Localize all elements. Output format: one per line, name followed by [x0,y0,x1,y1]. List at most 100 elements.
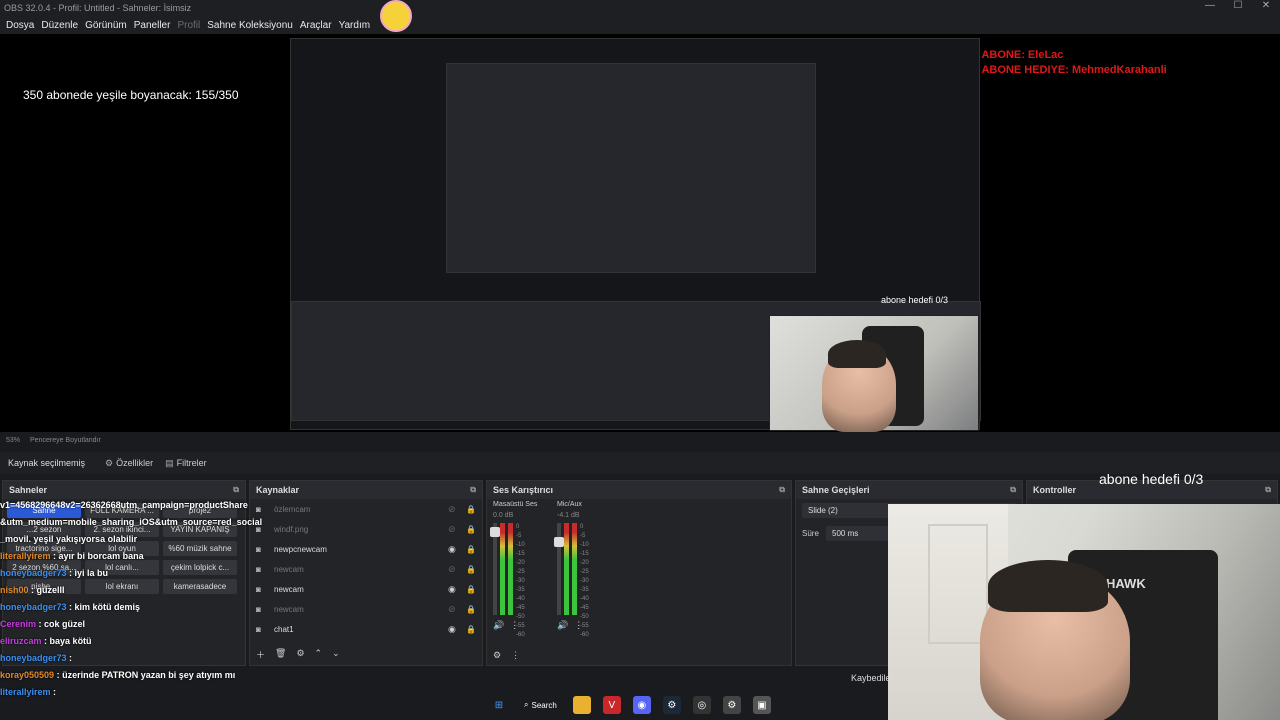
close-icon[interactable]: ✕ [1252,0,1280,11]
lock-icon[interactable]: 🔒 [466,585,476,594]
meter-tick: -30 [516,578,525,584]
eye-icon[interactable]: ◉ [448,624,462,635]
meter-tick: -50 [516,614,525,620]
lock-icon[interactable]: 🔒 [466,525,476,534]
eye-off-icon[interactable]: ⊘ [448,524,462,535]
gear-icon: ⚙ [105,457,114,468]
mixer-channels: Masaüstü Ses 0.0 dB 0 -5 -10 -15 -20 -25 -30 -35-… [487,499,791,638]
source-name: chat1 [274,624,294,634]
scenes-title: Sahneler [9,485,48,495]
chat-text: : baya kötü [44,636,92,646]
menu-help[interactable]: Yardım [339,20,371,31]
menu-profile[interactable]: Profil [177,20,200,31]
steam-icon[interactable]: ⚙ [662,696,681,714]
slider-knob[interactable] [490,527,500,537]
obs-icon[interactable]: ◎ [692,696,711,714]
last-sub: SON ABONE: EleLac [955,49,1064,61]
mixer-channel: Masaüstü Ses 0.0 dB 0 -5 -10 -15 -20 -25 -30 -35 -… [490,501,539,638]
eye-off-icon[interactable]: ⊘ [448,504,462,515]
lock-icon[interactable]: 🔒 [466,565,476,574]
minimize-icon[interactable]: — [1196,0,1224,11]
chat-message: literallyirem : [0,687,290,704]
chat-message: literallyirem : ayır bi borcam bana [0,551,290,568]
speaker-icon[interactable]: 🔊 [493,620,504,631]
lock-icon[interactable]: 🔒 [466,505,476,514]
popout-icon[interactable]: ⧉ [779,485,785,495]
no-source-selected: Kaynak seçilmemiş [8,458,86,468]
chat-message: v1=4568296648v2=26362668utm_campaign=pro… [0,500,290,517]
popout-icon[interactable]: ⧉ [1265,485,1271,495]
menu-view[interactable]: Görünüm [85,20,127,31]
eye-icon[interactable]: ◉ [448,544,462,555]
menu-bar: Dosya Düzenle Görünüm Paneller Profil Sa… [0,16,1280,34]
popout-icon[interactable]: ⧉ [233,485,239,495]
taskbar-search[interactable]: ⌕ Search [520,700,561,710]
window-title-bar: OBS 32.0.4 - Profil: Untitled - Sahneler… [0,0,1280,16]
source-name: windf.png [274,524,309,534]
nested-preview: abone hedefi 0/3 [290,38,981,432]
lock-icon[interactable]: 🔒 [466,605,476,614]
mixer-channel: Mic/Aux -4.1 dB 0 -5 -10 -15 -20 -25 -30 -35 -40 -4… [554,501,603,638]
menu-file[interactable]: Dosya [6,20,34,31]
vivaldi-icon[interactable]: V [602,696,621,714]
maximize-icon[interactable]: ☐ [1224,0,1252,11]
popout-icon[interactable]: ⧉ [1010,485,1016,495]
chat-text: : kim kötü demiş [69,602,141,612]
menu-scene-collection[interactable]: Sahne Koleksiyonu [207,20,293,31]
chevron-up-icon[interactable]: ⌃ [315,648,323,661]
search-icon: ⌕ [524,700,529,709]
meter-tick: 0 [580,524,584,530]
meter-tick: -5 [516,533,522,539]
meter-tick: -35 [516,587,525,593]
meter-tick: -60 [516,632,525,638]
lock-icon[interactable]: 🔒 [466,625,476,634]
menu-tools[interactable]: Araçlar [300,20,332,31]
zoom-level[interactable]: 53% [6,437,20,444]
popout-icon[interactable]: ⧉ [470,485,476,495]
sources-title: Kaynaklar [256,485,300,495]
search-label: Search [531,700,557,710]
properties-button[interactable]: ⚙ Özellikler [105,458,153,469]
mixer-dock: Ses Karıştırıcı ⧉ Masaüstü Ses 0.0 dB 0 -5 -1… [486,480,792,666]
meter-tick: -25 [580,569,589,575]
chat-overlay: v1=4568296648v2=26362668utm_campaign=pro… [0,500,290,720]
nested-camera [769,315,979,432]
lock-icon[interactable]: 🔒 [466,545,476,554]
more-icon[interactable]: ⋮ [511,650,520,661]
chat-text: : iyi la bu [69,568,109,578]
volume-slider[interactable] [490,523,500,615]
chevron-down-icon[interactable]: ⌄ [332,648,340,661]
advanced-audio-icon[interactable]: ⚙ [493,650,501,661]
menu-edit[interactable]: Düzenle [41,20,78,31]
chat-message: nish00 : güzelll [0,585,290,602]
chat-text: : [69,653,73,663]
filters-button[interactable]: ▤ Filtreler [165,458,207,469]
duration-label: Süre [802,529,819,538]
chat-text: _movil. yeşil yakışıyorsa olabilir [0,534,138,544]
discord-icon[interactable]: ◉ [632,696,651,714]
speaker-icon[interactable]: 🔊 [557,620,568,631]
scale-mode[interactable]: Pencereye Boyutlandır [30,437,101,444]
meter-tick: 0 [516,524,520,530]
file-explorer-icon[interactable] [572,696,591,714]
app-icon[interactable]: ▣ [752,696,771,714]
chat-text: : güzelll [31,585,65,595]
chat-message: honeybadger73 : kim kötü demiş [0,602,290,619]
meter-tick: -20 [516,560,525,566]
slider-knob[interactable] [554,537,564,547]
sub-goal-text: 350 abonede yeşile boyanacak: 155/350 [23,88,239,102]
eye-off-icon[interactable]: ⊘ [448,564,462,575]
windows-start-icon[interactable]: ⊞ [490,696,508,714]
menu-docks[interactable]: Paneller [134,20,171,31]
filters-label: Filtreler [176,458,207,468]
gear-icon[interactable]: ⚙ [296,648,304,661]
volume-slider[interactable] [554,523,564,615]
settings-icon[interactable]: ⚙ [722,696,741,714]
eye-icon[interactable]: ◉ [448,584,462,595]
chat-username: eliruzcam [0,636,42,646]
chat-message: _movil. yeşil yakışıyorsa olabilir [0,534,290,551]
meter-tick: -60 [580,632,589,638]
chat-text: : üzerinde PATRON yazan bi şey atıyım mı [56,670,236,680]
level-meter [572,523,577,615]
eye-off-icon[interactable]: ⊘ [448,604,462,615]
